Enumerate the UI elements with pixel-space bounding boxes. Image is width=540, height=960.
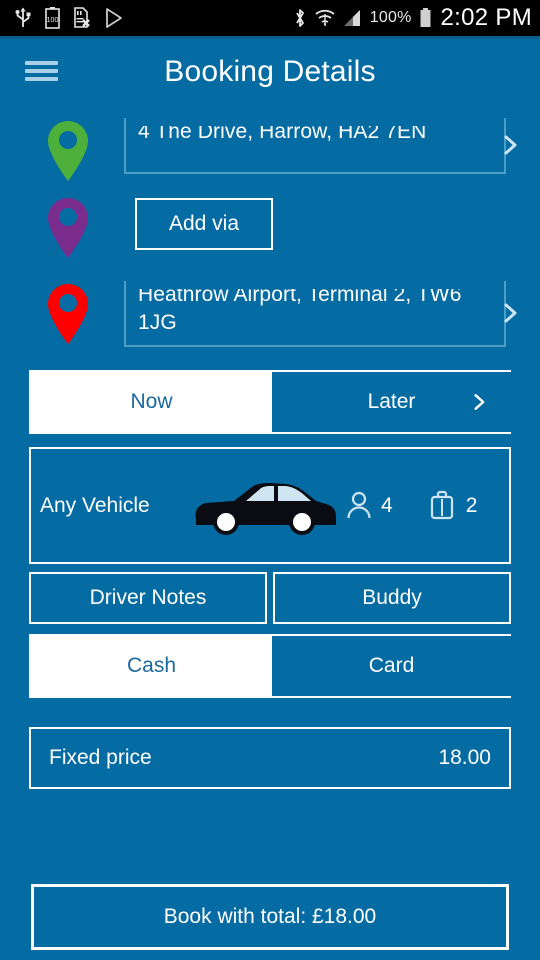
vehicle-label: Any Vehicle: [40, 493, 150, 517]
vehicle-selector-card[interactable]: Any Vehicle 4 2: [29, 447, 511, 564]
buddy-button[interactable]: Buddy: [273, 572, 511, 624]
status-bar-left-icons: 100: [14, 7, 293, 29]
cell-signal-icon: [343, 10, 360, 26]
chevron-right-icon[interactable]: [498, 301, 522, 325]
extras-button-row: Driver Notes Buddy: [29, 572, 511, 624]
dropoff-address-field[interactable]: Heathrow Airport, Terminal 2, TW6 1JG: [124, 281, 517, 347]
tab-card-label: Card: [368, 654, 415, 677]
map-pin-purple-icon: [42, 192, 94, 269]
fixed-price-label: Fixed price: [49, 746, 152, 769]
tab-later[interactable]: Later: [272, 372, 511, 432]
tab-card[interactable]: Card: [272, 636, 511, 696]
usb-icon: [15, 7, 31, 27]
status-bar-right-icons: 100% 2:02 PM: [293, 4, 532, 32]
tab-cash-label: Cash: [126, 654, 177, 677]
bluetooth-icon: [296, 9, 304, 27]
suitcase-icon: [430, 490, 453, 519]
driver-notes-button[interactable]: Driver Notes: [29, 572, 267, 624]
pickup-address-field[interactable]: 4 The Drive, Harrow, HA2 7EN: [124, 118, 517, 174]
vehicle-capacity: 4 2: [346, 490, 477, 522]
battery-100-icon: 100: [45, 7, 60, 29]
page-title: Booking Details: [164, 55, 376, 88]
luggage-count: 2: [465, 493, 478, 517]
status-bar: 100 100% 2:02 PM: [0, 0, 540, 36]
sdcard-error-icon: [74, 7, 90, 28]
battery-percent-label: 100%: [369, 9, 412, 26]
fixed-price-row[interactable]: Fixed price 18.00: [29, 727, 511, 789]
play-store-icon: [106, 8, 122, 28]
field-top-mask: [126, 118, 504, 126]
passenger-count: 4: [381, 493, 393, 517]
chevron-right-icon[interactable]: [498, 133, 522, 157]
tab-later-label: Later: [367, 390, 416, 413]
svg-text:100: 100: [47, 17, 59, 24]
map-pin-red-icon: [42, 278, 94, 355]
app-bar: Booking Details: [0, 39, 540, 105]
wifi-icon: [315, 9, 335, 26]
booking-details-screen: 100 100% 2:02 PM Booking Details 4 The D…: [0, 0, 540, 960]
battery-icon: [420, 8, 431, 27]
field-top-mask: [126, 281, 504, 289]
book-button[interactable]: Book with total: £18.00: [31, 884, 509, 950]
chevron-right-icon: [474, 394, 485, 410]
clock-label: 2:02 PM: [440, 4, 532, 31]
dropoff-address-text: Heathrow Airport, Terminal 2, TW6 1JG: [138, 283, 462, 334]
add-via-button[interactable]: Add via: [135, 198, 273, 250]
tab-cash[interactable]: Cash: [31, 636, 272, 696]
tab-now-label: Now: [130, 390, 173, 413]
person-icon: [347, 491, 371, 518]
sedan-car-icon: [190, 475, 340, 537]
map-pin-green-icon: [42, 115, 94, 192]
payment-toggle: Cash Card: [29, 634, 511, 698]
fixed-price-amount: 18.00: [438, 746, 491, 769]
tab-now[interactable]: Now: [31, 372, 272, 432]
time-toggle: Now Later: [29, 370, 511, 434]
